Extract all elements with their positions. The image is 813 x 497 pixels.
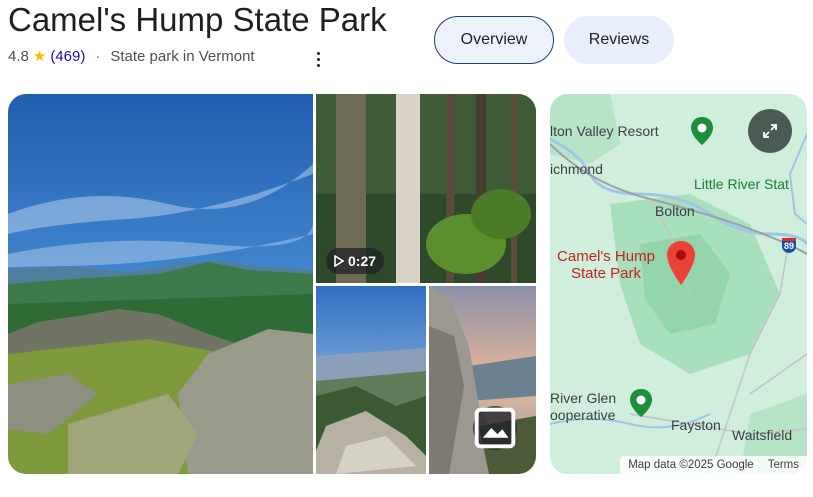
map-attribution: Map data ©2025 Google — [628, 459, 754, 471]
map-pin-icon[interactable] — [666, 240, 696, 291]
map-label-park: Camel's Hump State Park — [550, 248, 662, 282]
map-label-river-glen-2: ooperative — [550, 407, 616, 423]
map-label-park-line1: Camel's Hump — [557, 248, 655, 265]
expand-icon[interactable] — [748, 109, 792, 153]
map-attribution-bar: Map data ©2025 Google Terms — [620, 456, 807, 474]
interstate-shield: 89 — [780, 236, 798, 254]
image-icon[interactable] — [473, 406, 517, 450]
tab-overview[interactable]: Overview — [434, 16, 554, 64]
video-duration-badge: 0:27 — [326, 248, 385, 274]
main-photo[interactable] — [8, 94, 313, 474]
map-poi-icon-cooperative[interactable] — [629, 388, 653, 423]
map-poi-icon-resort[interactable] — [690, 116, 714, 151]
map-label-little-river: Little River Stat — [694, 176, 789, 192]
interstate-number: 89 — [783, 241, 794, 251]
separator-dot: · — [95, 48, 101, 65]
cliff-sunset-photo[interactable] — [429, 286, 536, 474]
map-label-bolton: Bolton — [655, 203, 695, 219]
map-label-river-glen-1: River Glen — [550, 390, 617, 406]
place-subline: 4.8 ★ (469) · State park in Vermont — [8, 47, 255, 67]
photo-gallery: 0:27 — [8, 94, 536, 474]
map-label-fayston: Fayston — [671, 417, 721, 433]
map-terms-link[interactable]: Terms — [768, 459, 799, 471]
map-label-waitsfield: Waitsfield — [732, 427, 793, 443]
place-title: Camel's Hump State Park — [8, 1, 387, 38]
place-category: State park in Vermont — [110, 48, 255, 65]
map-label-valley-resort: lton Valley Resort — [550, 123, 659, 139]
play-icon — [334, 255, 344, 267]
video-duration: 0:27 — [348, 253, 377, 269]
more-vert-icon[interactable] — [310, 48, 326, 70]
map-label-park-line2: State Park — [570, 265, 642, 282]
video-thumbnail[interactable]: 0:27 — [316, 94, 536, 283]
star-icon: ★ — [32, 48, 47, 65]
rock-valley-photo[interactable] — [316, 286, 426, 474]
review-count-link[interactable]: (469) — [50, 47, 85, 67]
tab-reviews[interactable]: Reviews — [564, 16, 674, 64]
rating-value: 4.8 — [8, 48, 29, 65]
map-label-richmond: ichmond — [550, 161, 603, 177]
map-preview[interactable]: lton Valley Resort ichmond Little River … — [550, 94, 807, 474]
